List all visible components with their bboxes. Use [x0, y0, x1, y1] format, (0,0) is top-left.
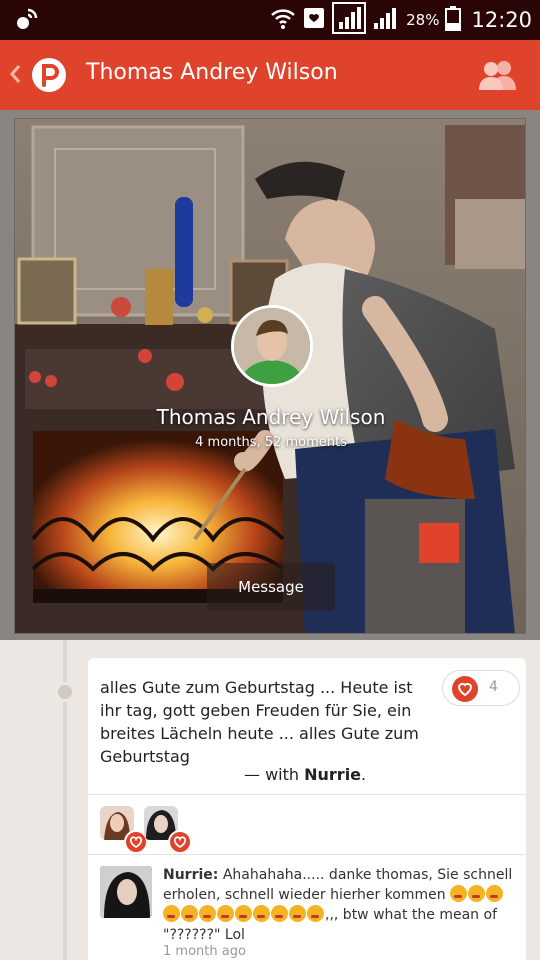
kiss-emoji-icon: [253, 905, 270, 922]
kiss-emoji-icon: [307, 905, 324, 922]
kiss-emoji-icon: [289, 905, 306, 922]
page-title: Thomas Andrey Wilson: [86, 60, 338, 85]
comment-text: Nurrie: Ahahahaha..... danke thomas, Sie…: [163, 865, 513, 945]
divider: [88, 854, 526, 855]
like-count: 4: [489, 679, 498, 695]
kiss-emoji-icon: [271, 905, 288, 922]
kiss-emoji-icon: [450, 885, 468, 902]
kiss-emoji-icon: [163, 905, 180, 922]
signal-icon: [332, 2, 367, 38]
kiss-emoji-icon: [181, 905, 198, 922]
signal-icon: [372, 5, 398, 35]
liker-avatar[interactable]: [100, 806, 148, 854]
comment-timestamp: 1 month ago: [163, 944, 246, 959]
satellite-notification-icon: [14, 6, 40, 32]
with-prefix: — with: [244, 765, 305, 784]
profile-name: Thomas Andrey Wilson: [156, 405, 386, 429]
heart-icon: [168, 830, 192, 854]
moment-card: alles Gute zum Geburtstag ... Heute ist …: [88, 658, 526, 960]
kiss-emoji-icon: [235, 905, 252, 922]
profile-header: Thomas Andrey Wilson 4 months, 52 moment…: [0, 110, 540, 640]
kiss-emoji-icon: [486, 885, 504, 902]
with-name[interactable]: Nurrie: [304, 765, 361, 784]
moment-with: — with Nurrie.: [244, 765, 366, 784]
battery-icon: [445, 5, 462, 35]
kiss-emoji-icon: [199, 905, 216, 922]
comment-author-avatar[interactable]: [100, 866, 152, 918]
message-button[interactable]: Message: [207, 563, 335, 611]
path-logo-icon[interactable]: [32, 58, 66, 92]
action-bar: Thomas Andrey Wilson: [0, 40, 540, 110]
status-bar: 28% 12:20: [0, 0, 540, 40]
kiss-emoji-icon: [217, 905, 234, 922]
clock: 12:20: [471, 8, 532, 32]
profile-stats: 4 months, 52 moments: [195, 435, 347, 450]
kiss-emoji-icon: [468, 885, 486, 902]
message-notification-icon: [302, 5, 326, 35]
with-suffix: .: [361, 765, 367, 784]
cover-photo: Thomas Andrey Wilson 4 months, 52 moment…: [14, 118, 526, 634]
battery-percent: 28%: [406, 11, 440, 29]
wifi-icon: [270, 5, 296, 35]
timeline-dot: [55, 682, 75, 702]
comment-author[interactable]: Nurrie:: [163, 867, 218, 883]
friends-icon[interactable]: [476, 58, 520, 92]
like-button[interactable]: 4: [442, 670, 520, 706]
divider: [88, 794, 526, 795]
profile-avatar[interactable]: [231, 305, 313, 387]
back-chevron-icon[interactable]: [8, 60, 22, 88]
moment-text: alles Gute zum Geburtstag ... Heute ist …: [100, 678, 419, 766]
heart-icon: [451, 675, 479, 703]
liker-avatar[interactable]: [144, 806, 192, 854]
